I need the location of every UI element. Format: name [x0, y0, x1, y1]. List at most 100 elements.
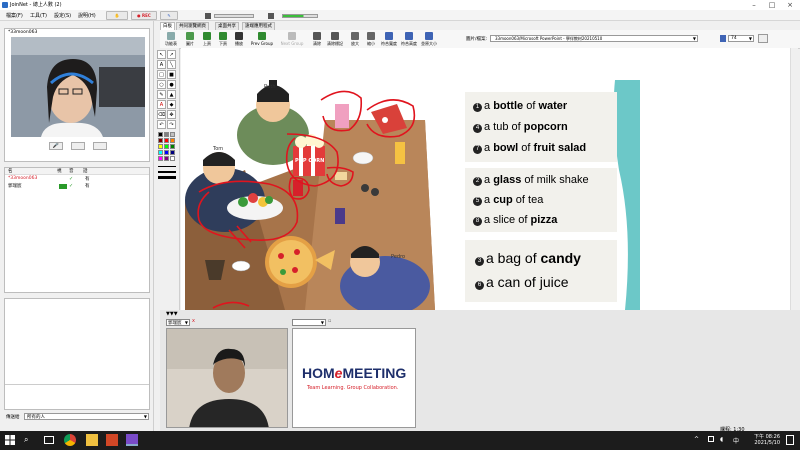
pen-button[interactable]: ✎	[160, 11, 178, 20]
select-icon[interactable]: ↗	[167, 50, 176, 59]
color-swatch[interactable]	[164, 132, 169, 137]
table-row[interactable]: *33moon063 ✓ 有	[5, 176, 149, 183]
color-swatch[interactable]	[158, 144, 163, 149]
line-icon[interactable]: ╲	[167, 60, 176, 69]
chrome-icon[interactable]	[64, 434, 76, 446]
filled-ellipse-icon[interactable]: ●	[167, 80, 176, 89]
redo-icon[interactable]: ↷	[167, 120, 176, 129]
chat-panel	[4, 298, 150, 410]
color-swatch[interactable]	[164, 138, 169, 143]
line-width-medium[interactable]	[158, 171, 176, 175]
input-language[interactable]: 中	[733, 436, 739, 445]
stamp-icon[interactable]: ◆	[167, 100, 176, 109]
pointer-icon[interactable]: ↖	[157, 50, 166, 59]
task-view-icon[interactable]	[44, 436, 54, 444]
tab-desktop-share[interactable]: 桌面共享	[215, 22, 239, 30]
undo-icon[interactable]: ↶	[157, 120, 166, 129]
highlighter-icon[interactable]: ▲	[167, 90, 176, 99]
canvas-scrollbar[interactable]	[790, 48, 798, 310]
page-sync-button[interactable]	[758, 34, 768, 43]
vocab-text: a	[484, 100, 494, 112]
rec-button[interactable]: ● REC	[131, 11, 157, 20]
pen-icon[interactable]: ✎	[157, 90, 166, 99]
line-width-thin[interactable]	[158, 166, 176, 170]
text-icon[interactable]: A	[157, 60, 166, 69]
color-swatch[interactable]	[170, 132, 175, 137]
speaker-volume-slider[interactable]	[214, 14, 254, 18]
color-swatch[interactable]	[164, 144, 169, 149]
line-width-thick[interactable]	[158, 176, 176, 180]
self-video-mic-button[interactable]: 🎤	[49, 142, 63, 150]
clear-button[interactable]: 清除	[308, 31, 326, 48]
close-icon[interactable]: ×	[785, 1, 795, 9]
move-icon[interactable]: ✥	[167, 110, 176, 119]
notifications-icon[interactable]	[786, 435, 794, 445]
table-row[interactable]: 郭瑞宸 ✓ 有	[5, 183, 149, 190]
color-swatch[interactable]	[170, 150, 175, 155]
clock[interactable]: 下午 08:26 2021/5/10	[752, 433, 780, 446]
vocab-bold: bowl	[493, 142, 519, 154]
mic-volume-slider[interactable]	[282, 14, 318, 18]
powerpoint-icon[interactable]	[106, 434, 118, 446]
menu-file[interactable]: 檔案(F)	[6, 12, 23, 19]
fit-width-button[interactable]: 符合寬度	[380, 31, 398, 48]
menu-tools[interactable]: 工具(T)	[30, 12, 47, 19]
fit-height-button[interactable]: 符合高度	[400, 31, 418, 48]
filled-rectangle-icon[interactable]: ■	[167, 70, 176, 79]
col-header-name[interactable]: 名	[8, 168, 13, 174]
tab-whiteboard[interactable]: 白板	[160, 22, 175, 30]
menu-settings[interactable]: 設定(S)	[54, 12, 71, 19]
eraser-icon[interactable]: ⌫	[157, 110, 166, 119]
color-swatch[interactable]	[164, 150, 169, 155]
color-swatch[interactable]	[170, 156, 175, 161]
collapse-arrows-icon[interactable]: ▼▼▼	[166, 311, 178, 317]
network-icon[interactable]	[708, 436, 714, 442]
second-video-select[interactable]: ▼	[292, 319, 326, 326]
search-icon[interactable]: ⌕	[24, 434, 36, 446]
volume-icon[interactable]: ◖	[720, 436, 723, 443]
tray-chevron-icon[interactable]: ^	[694, 436, 699, 443]
vocab-number: 6	[475, 281, 484, 290]
minimize-icon[interactable]: –	[749, 1, 759, 9]
col-header-talk[interactable]: 話	[83, 168, 88, 174]
next-group-button[interactable]: Next Group	[278, 31, 306, 48]
color-swatch[interactable]	[158, 138, 163, 143]
tab-remote-app[interactable]: 遠端應用程式	[242, 22, 275, 30]
remote-video-select[interactable]: 郭瑞宸 ▼	[166, 319, 190, 326]
brand-name-left: HOM	[302, 365, 335, 381]
file-explorer-icon[interactable]	[86, 434, 98, 446]
original-size-button[interactable]: 並原大小	[420, 31, 438, 48]
page-select[interactable]: 74 ▼	[728, 35, 754, 42]
play-button[interactable]: 播放	[230, 31, 248, 48]
font-color-icon[interactable]: A	[157, 100, 166, 109]
rectangle-icon[interactable]: □	[157, 70, 166, 79]
color-swatch[interactable]	[164, 156, 169, 161]
prev-group-button[interactable]: Prev Group	[248, 31, 276, 48]
joinnet-icon[interactable]	[126, 434, 138, 446]
image-button[interactable]: 圖片	[181, 31, 199, 48]
windows-start-icon[interactable]	[4, 434, 16, 446]
menu-help[interactable]: 說明(H)	[78, 12, 96, 19]
self-video-layout-button[interactable]	[71, 142, 85, 150]
color-swatch[interactable]	[170, 138, 175, 143]
clear-marks-button[interactable]: 清除標記	[326, 31, 344, 48]
menu-button[interactable]: 功能表	[162, 31, 180, 48]
self-video-camera-button[interactable]	[93, 142, 107, 150]
color-swatch[interactable]	[158, 150, 163, 155]
color-swatch[interactable]	[158, 156, 163, 161]
chevron-down-icon: ▼	[143, 414, 147, 419]
col-header-audio[interactable]: 音	[69, 168, 74, 174]
tab-cobrowse[interactable]: 共同瀏覽網頁	[176, 22, 209, 30]
send-to-select[interactable]: 所有的人 ▼	[24, 413, 149, 420]
hand-button[interactable]: ✋	[106, 11, 128, 20]
file-select[interactable]: 33moon063/Microsoft PowerPoint - 學伴教材202…	[490, 35, 698, 42]
ellipse-icon[interactable]: ○	[157, 80, 166, 89]
color-swatch[interactable]	[170, 144, 175, 149]
chevron-down-icon: ▼	[748, 36, 752, 41]
vocab-text: of	[518, 142, 534, 154]
color-swatch[interactable]	[158, 132, 163, 137]
chat-input[interactable]	[5, 386, 149, 409]
maximize-icon[interactable]: □	[767, 1, 777, 9]
zoom-out-button[interactable]: 縮小	[362, 31, 380, 48]
col-header-video[interactable]: 視	[57, 168, 62, 174]
